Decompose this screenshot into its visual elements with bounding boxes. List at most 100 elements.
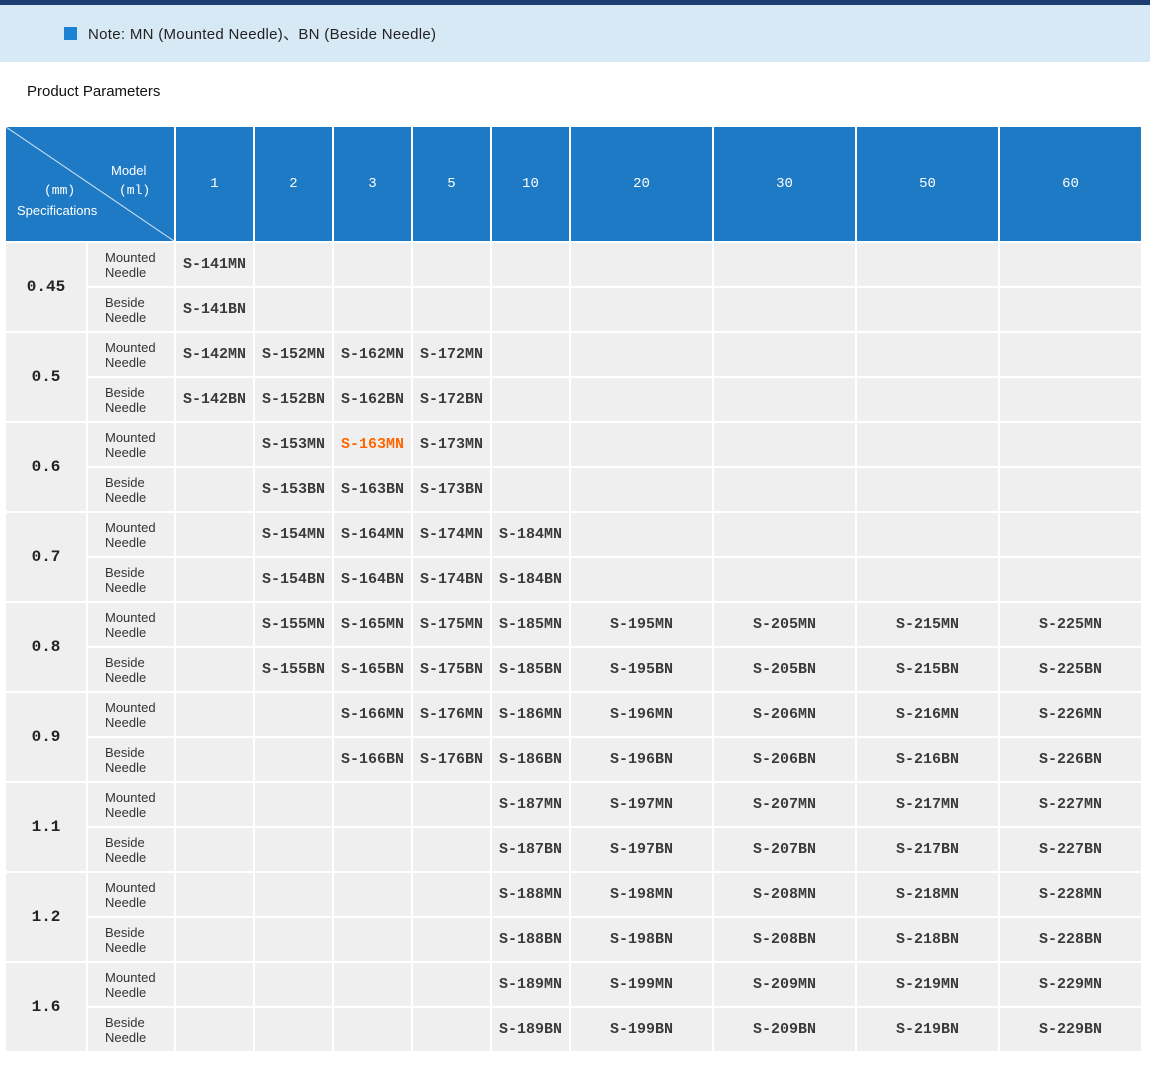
model-cell[interactable]: S-197MN [571, 783, 712, 826]
model-cell[interactable]: S-208BN [714, 918, 855, 961]
model-cell[interactable]: S-184BN [492, 558, 569, 601]
table-row-0.45-mn: 0.45Mounted NeedleS-141MN [6, 243, 1141, 286]
spec-cell-1.6: 1.6 [6, 963, 86, 1051]
model-cell[interactable]: S-141BN [176, 288, 253, 331]
model-cell[interactable]: S-206MN [714, 693, 855, 736]
model-cell[interactable]: S-164BN [334, 558, 411, 601]
model-cell[interactable]: S-226BN [1000, 738, 1141, 781]
model-cell[interactable]: S-195MN [571, 603, 712, 646]
model-cell[interactable]: S-184MN [492, 513, 569, 556]
model-cell[interactable]: S-176MN [413, 693, 490, 736]
model-cell[interactable]: S-229MN [1000, 963, 1141, 1006]
model-cell[interactable]: S-173BN [413, 468, 490, 511]
model-cell[interactable]: S-215BN [857, 648, 998, 691]
corner-mm-unit: (mm) [44, 183, 75, 198]
model-cell[interactable]: S-142MN [176, 333, 253, 376]
column-header-10ml: 10 [492, 127, 569, 241]
spec-cell-1.2: 1.2 [6, 873, 86, 961]
model-cell[interactable]: S-142BN [176, 378, 253, 421]
model-cell[interactable]: S-186BN [492, 738, 569, 781]
empty-cell [413, 873, 490, 916]
model-cell[interactable]: S-209MN [714, 963, 855, 1006]
model-cell[interactable]: S-186MN [492, 693, 569, 736]
model-cell[interactable]: S-205BN [714, 648, 855, 691]
model-cell[interactable]: S-228BN [1000, 918, 1141, 961]
model-cell[interactable]: S-185MN [492, 603, 569, 646]
model-cell[interactable]: S-207MN [714, 783, 855, 826]
empty-cell [857, 333, 998, 376]
model-cell[interactable]: S-188MN [492, 873, 569, 916]
model-cell[interactable]: S-162BN [334, 378, 411, 421]
model-cell[interactable]: S-154MN [255, 513, 332, 556]
model-cell[interactable]: S-229BN [1000, 1008, 1141, 1051]
model-cell[interactable]: S-207BN [714, 828, 855, 871]
model-cell[interactable]: S-196MN [571, 693, 712, 736]
column-header-1ml: 1 [176, 127, 253, 241]
model-cell[interactable]: S-225BN [1000, 648, 1141, 691]
model-cell[interactable]: S-173MN [413, 423, 490, 466]
model-cell[interactable]: S-155MN [255, 603, 332, 646]
needle-type-cell: Beside Needle [88, 558, 174, 601]
model-cell[interactable]: S-195BN [571, 648, 712, 691]
model-cell[interactable]: S-164MN [334, 513, 411, 556]
empty-cell [857, 243, 998, 286]
model-cell[interactable]: S-187MN [492, 783, 569, 826]
model-cell[interactable]: S-172BN [413, 378, 490, 421]
model-cell[interactable]: S-227MN [1000, 783, 1141, 826]
model-cell[interactable]: S-163MN [334, 423, 411, 466]
model-cell[interactable]: S-218MN [857, 873, 998, 916]
model-cell[interactable]: S-208MN [714, 873, 855, 916]
model-cell[interactable]: S-174BN [413, 558, 490, 601]
model-cell[interactable]: S-219MN [857, 963, 998, 1006]
empty-cell [492, 288, 569, 331]
model-cell[interactable]: S-155BN [255, 648, 332, 691]
model-cell[interactable]: S-172MN [413, 333, 490, 376]
model-cell[interactable]: S-196BN [571, 738, 712, 781]
model-cell[interactable]: S-189BN [492, 1008, 569, 1051]
model-cell[interactable]: S-228MN [1000, 873, 1141, 916]
model-cell[interactable]: S-205MN [714, 603, 855, 646]
model-cell[interactable]: S-217MN [857, 783, 998, 826]
model-cell[interactable]: S-217BN [857, 828, 998, 871]
model-cell[interactable]: S-226MN [1000, 693, 1141, 736]
empty-cell [1000, 513, 1141, 556]
model-cell[interactable]: S-153MN [255, 423, 332, 466]
model-cell[interactable]: S-162MN [334, 333, 411, 376]
model-cell[interactable]: S-215MN [857, 603, 998, 646]
empty-cell [255, 1008, 332, 1051]
model-cell[interactable]: S-209BN [714, 1008, 855, 1051]
model-cell[interactable]: S-176BN [413, 738, 490, 781]
model-cell[interactable]: S-175BN [413, 648, 490, 691]
model-cell[interactable]: S-216BN [857, 738, 998, 781]
model-cell[interactable]: S-227BN [1000, 828, 1141, 871]
model-cell[interactable]: S-219BN [857, 1008, 998, 1051]
model-cell[interactable]: S-153BN [255, 468, 332, 511]
model-cell[interactable]: S-175MN [413, 603, 490, 646]
model-cell[interactable]: S-152BN [255, 378, 332, 421]
model-cell[interactable]: S-174MN [413, 513, 490, 556]
model-cell[interactable]: S-187BN [492, 828, 569, 871]
model-cell[interactable]: S-206BN [714, 738, 855, 781]
model-cell[interactable]: S-154BN [255, 558, 332, 601]
model-cell[interactable]: S-198MN [571, 873, 712, 916]
model-cell[interactable]: S-185BN [492, 648, 569, 691]
model-cell[interactable]: S-225MN [1000, 603, 1141, 646]
model-cell[interactable]: S-166MN [334, 693, 411, 736]
model-cell[interactable]: S-163BN [334, 468, 411, 511]
model-cell[interactable]: S-216MN [857, 693, 998, 736]
model-cell[interactable]: S-141MN [176, 243, 253, 286]
model-cell[interactable]: S-152MN [255, 333, 332, 376]
empty-cell [714, 378, 855, 421]
corner-specifications-label: Specifications [17, 203, 97, 218]
model-cell[interactable]: S-165BN [334, 648, 411, 691]
model-cell[interactable]: S-199BN [571, 1008, 712, 1051]
model-cell[interactable]: S-218BN [857, 918, 998, 961]
empty-cell [413, 243, 490, 286]
model-cell[interactable]: S-188BN [492, 918, 569, 961]
model-cell[interactable]: S-166BN [334, 738, 411, 781]
model-cell[interactable]: S-198BN [571, 918, 712, 961]
model-cell[interactable]: S-199MN [571, 963, 712, 1006]
model-cell[interactable]: S-197BN [571, 828, 712, 871]
model-cell[interactable]: S-165MN [334, 603, 411, 646]
model-cell[interactable]: S-189MN [492, 963, 569, 1006]
